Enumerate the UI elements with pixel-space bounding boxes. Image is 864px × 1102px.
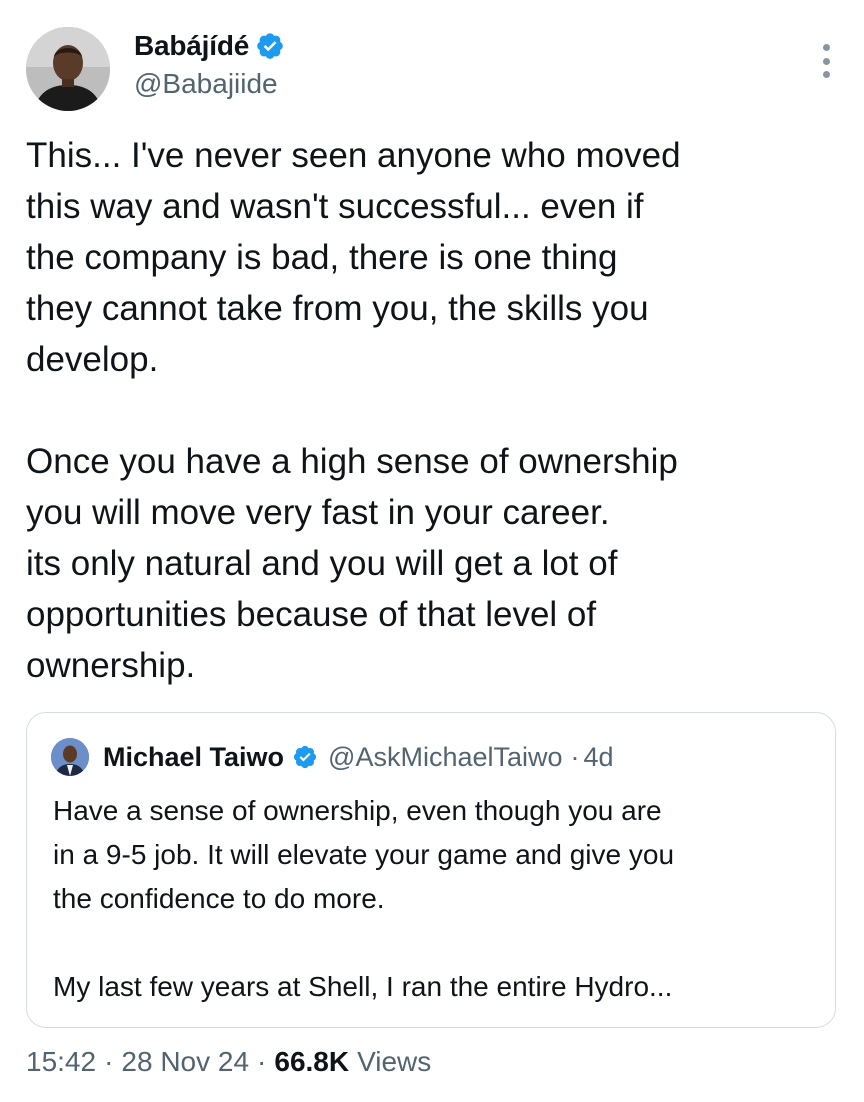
tweet-text: This... I've never seen anyone who moved… bbox=[26, 136, 681, 685]
vertical-ellipsis-icon bbox=[822, 71, 830, 78]
quoted-tweet-header: Michael Taiwo @AskMichaelTaiwo · 4d bbox=[51, 737, 614, 777]
tweet-time[interactable]: 15:42 bbox=[26, 1046, 96, 1078]
views-count: 66.8K bbox=[274, 1046, 350, 1077]
author-avatar[interactable] bbox=[26, 27, 110, 111]
vertical-ellipsis-icon bbox=[822, 44, 830, 51]
quoted-tweet[interactable]: Michael Taiwo @AskMichaelTaiwo · 4d Have… bbox=[26, 712, 836, 1028]
footer-separator: · bbox=[257, 1046, 267, 1077]
author-info[interactable]: Babájídé @Babajiide bbox=[134, 28, 285, 100]
more-options-button[interactable] bbox=[816, 44, 836, 78]
quoted-author-name[interactable]: Michael Taiwo bbox=[103, 742, 284, 773]
tweet-detail: Babájídé @Babajiide This... I've never s… bbox=[0, 0, 864, 1102]
quoted-author-avatar-image bbox=[51, 738, 89, 776]
author-display-name[interactable]: Babájídé bbox=[134, 30, 249, 62]
tweet-date[interactable]: 28 Nov 24 bbox=[121, 1046, 249, 1078]
verified-badge-icon bbox=[257, 33, 283, 59]
quoted-author-avatar[interactable] bbox=[51, 738, 89, 776]
quoted-tweet-text: Have a sense of ownership, even though y… bbox=[53, 795, 675, 1002]
verified-badge-icon bbox=[293, 745, 317, 769]
author-name-row: Babájídé bbox=[134, 28, 285, 64]
footer-separator: · bbox=[104, 1046, 114, 1077]
tweet-footer: 15:42 · 28 Nov 24 · 66.8K Views bbox=[26, 1046, 431, 1078]
views-label: Views bbox=[357, 1046, 432, 1077]
author-handle[interactable]: @Babajiide bbox=[134, 68, 285, 100]
vertical-ellipsis-icon bbox=[822, 57, 830, 65]
quoted-author-handle[interactable]: @AskMichaelTaiwo bbox=[328, 742, 562, 773]
quoted-tweet-age[interactable]: 4d bbox=[584, 742, 614, 773]
author-avatar-image bbox=[26, 27, 110, 111]
quoted-meta-separator: · bbox=[570, 741, 580, 772]
